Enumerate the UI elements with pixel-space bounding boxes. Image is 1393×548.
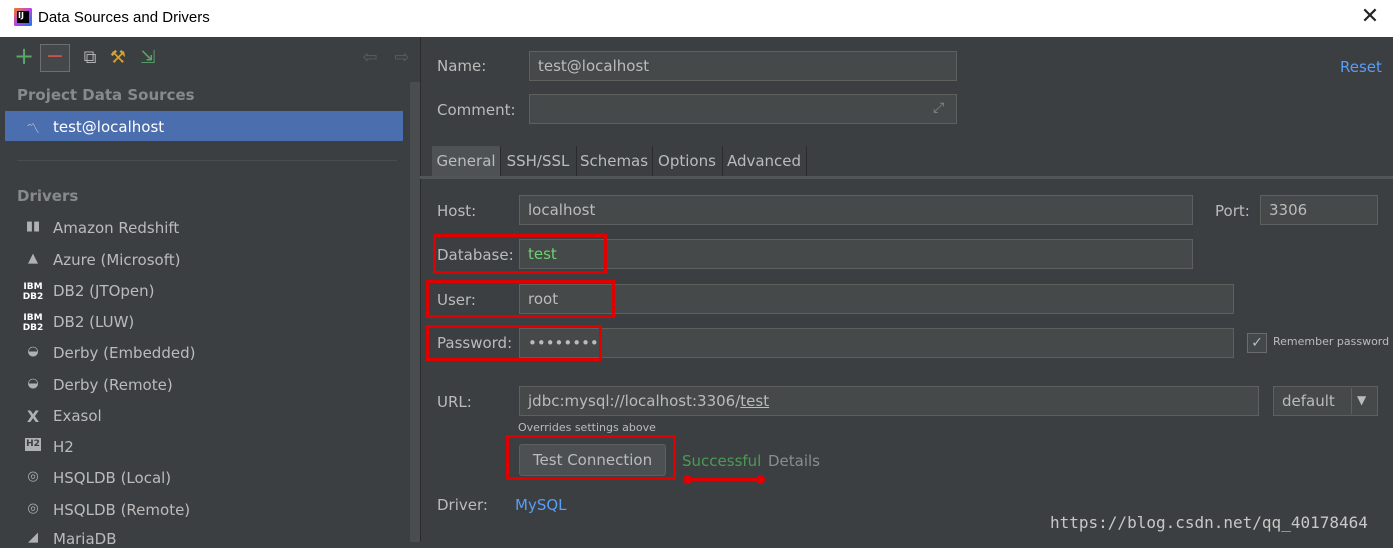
- intellij-logo-icon: IJ: [14, 8, 32, 26]
- add-icon[interactable]: +: [12, 44, 36, 68]
- remove-icon[interactable]: −: [40, 44, 70, 72]
- status-underline-annotation: [688, 478, 761, 481]
- port-input[interactable]: 3306: [1260, 195, 1378, 225]
- watermark: https://blog.csdn.net/qq_40178464: [1050, 513, 1368, 532]
- tab-advanced[interactable]: Advanced: [722, 146, 807, 176]
- driver-item-hsqldb-local[interactable]: HSQLDB (Local): [53, 469, 171, 487]
- url-mode-value: default: [1282, 392, 1335, 410]
- driver-item-h2[interactable]: H2: [53, 438, 74, 456]
- driver-item-hsqldb-remote[interactable]: HSQLDB (Remote): [53, 501, 190, 519]
- mysql-dolphin-icon: 〽: [26, 122, 40, 137]
- tab-schemas[interactable]: Schemas: [576, 146, 653, 176]
- ibm-db2-icon: IBM DB2: [22, 313, 44, 333]
- driver-label: Driver:: [437, 496, 488, 514]
- comment-input[interactable]: [529, 94, 957, 124]
- drivers-header: Drivers: [17, 187, 79, 205]
- host-input[interactable]: localhost: [519, 195, 1193, 225]
- sidebar-scrollbar[interactable]: [410, 82, 420, 542]
- driver-item-db2-jtopen[interactable]: DB2 (JTOpen): [53, 282, 155, 300]
- database-highlight: [433, 234, 607, 274]
- url-hint: Overrides settings above: [518, 421, 656, 434]
- driver-item-mariadb[interactable]: MariaDB: [53, 530, 117, 548]
- tab-ssh-ssl[interactable]: SSH/SSL: [500, 146, 577, 176]
- driver-link[interactable]: MySQL: [515, 496, 567, 514]
- driver-settings-icon[interactable]: ⚒: [106, 46, 130, 70]
- tab-underline: [420, 176, 1393, 179]
- ibm-db2-icon: IBM DB2: [22, 282, 44, 302]
- reset-link[interactable]: Reset: [1340, 58, 1382, 76]
- azure-icon: ▲: [28, 251, 38, 266]
- url-label: URL:: [437, 393, 472, 411]
- connection-status: Successful: [682, 452, 762, 470]
- remember-password-checkbox[interactable]: ✓: [1247, 333, 1267, 353]
- driver-item-derby-remote[interactable]: Derby (Remote): [53, 376, 173, 394]
- project-data-sources-header: Project Data Sources: [17, 86, 195, 104]
- annotation-dot-right: [756, 475, 765, 484]
- mariadb-icon: ◢: [28, 530, 38, 545]
- back-arrow-icon[interactable]: ⇦: [358, 46, 382, 70]
- url-prefix: jdbc:mysql://localhost:3306/: [528, 392, 741, 410]
- import-icon[interactable]: ⇲: [136, 46, 160, 70]
- name-input[interactable]: test@localhost: [529, 51, 957, 81]
- chevron-down-icon[interactable]: ▼: [1357, 393, 1366, 407]
- tab-general[interactable]: General: [432, 146, 501, 176]
- name-label: Name:: [437, 57, 487, 75]
- window-title: Data Sources and Drivers: [38, 9, 210, 26]
- derby-hat-icon: ◒: [27, 344, 39, 359]
- hsqldb-icon: ◎: [27, 469, 39, 484]
- close-icon[interactable]: ✕: [1359, 6, 1381, 28]
- user-highlight: [426, 280, 615, 318]
- password-input[interactable]: ••••••••: [519, 328, 1234, 358]
- url-database: test: [740, 392, 770, 410]
- redshift-icon: ▮▮: [25, 219, 41, 234]
- expand-icon[interactable]: ⤢: [933, 100, 944, 116]
- driver-item-exasol[interactable]: Exasol: [53, 407, 102, 425]
- database-input[interactable]: test: [519, 239, 1193, 269]
- panel-divider: [420, 37, 421, 542]
- driver-item-azure[interactable]: Azure (Microsoft): [53, 251, 180, 269]
- data-source-label: test@localhost: [53, 118, 165, 136]
- url-input[interactable]: jdbc:mysql://localhost:3306/test: [519, 386, 1259, 416]
- driver-item-amazon-redshift[interactable]: Amazon Redshift: [53, 219, 179, 237]
- comment-label: Comment:: [437, 101, 516, 119]
- test-connection-highlight: [506, 435, 676, 480]
- hsqldb-icon: ◎: [27, 501, 39, 516]
- forward-arrow-icon[interactable]: ⇨: [390, 46, 414, 70]
- remember-password-label: Remember password: [1273, 335, 1390, 348]
- driver-item-db2-luw[interactable]: DB2 (LUW): [53, 313, 134, 331]
- annotation-dot-left: [683, 475, 692, 484]
- select-divider: [1351, 388, 1352, 414]
- derby-hat-icon: ◒: [27, 376, 39, 391]
- title-bar: IJ Data Sources and Drivers ✕: [0, 0, 1393, 37]
- section-divider: [17, 160, 397, 161]
- exasol-icon: X: [26, 407, 40, 426]
- driver-item-derby-embedded[interactable]: Derby (Embedded): [53, 344, 195, 362]
- h2-icon: H2: [25, 438, 41, 451]
- duplicate-icon[interactable]: ⧉: [78, 46, 102, 70]
- details-link[interactable]: Details: [768, 452, 820, 470]
- user-input[interactable]: root: [519, 284, 1234, 314]
- host-label: Host:: [437, 202, 477, 220]
- tab-options[interactable]: Options: [652, 146, 723, 176]
- port-label: Port:: [1215, 202, 1250, 220]
- password-highlight: [426, 325, 602, 361]
